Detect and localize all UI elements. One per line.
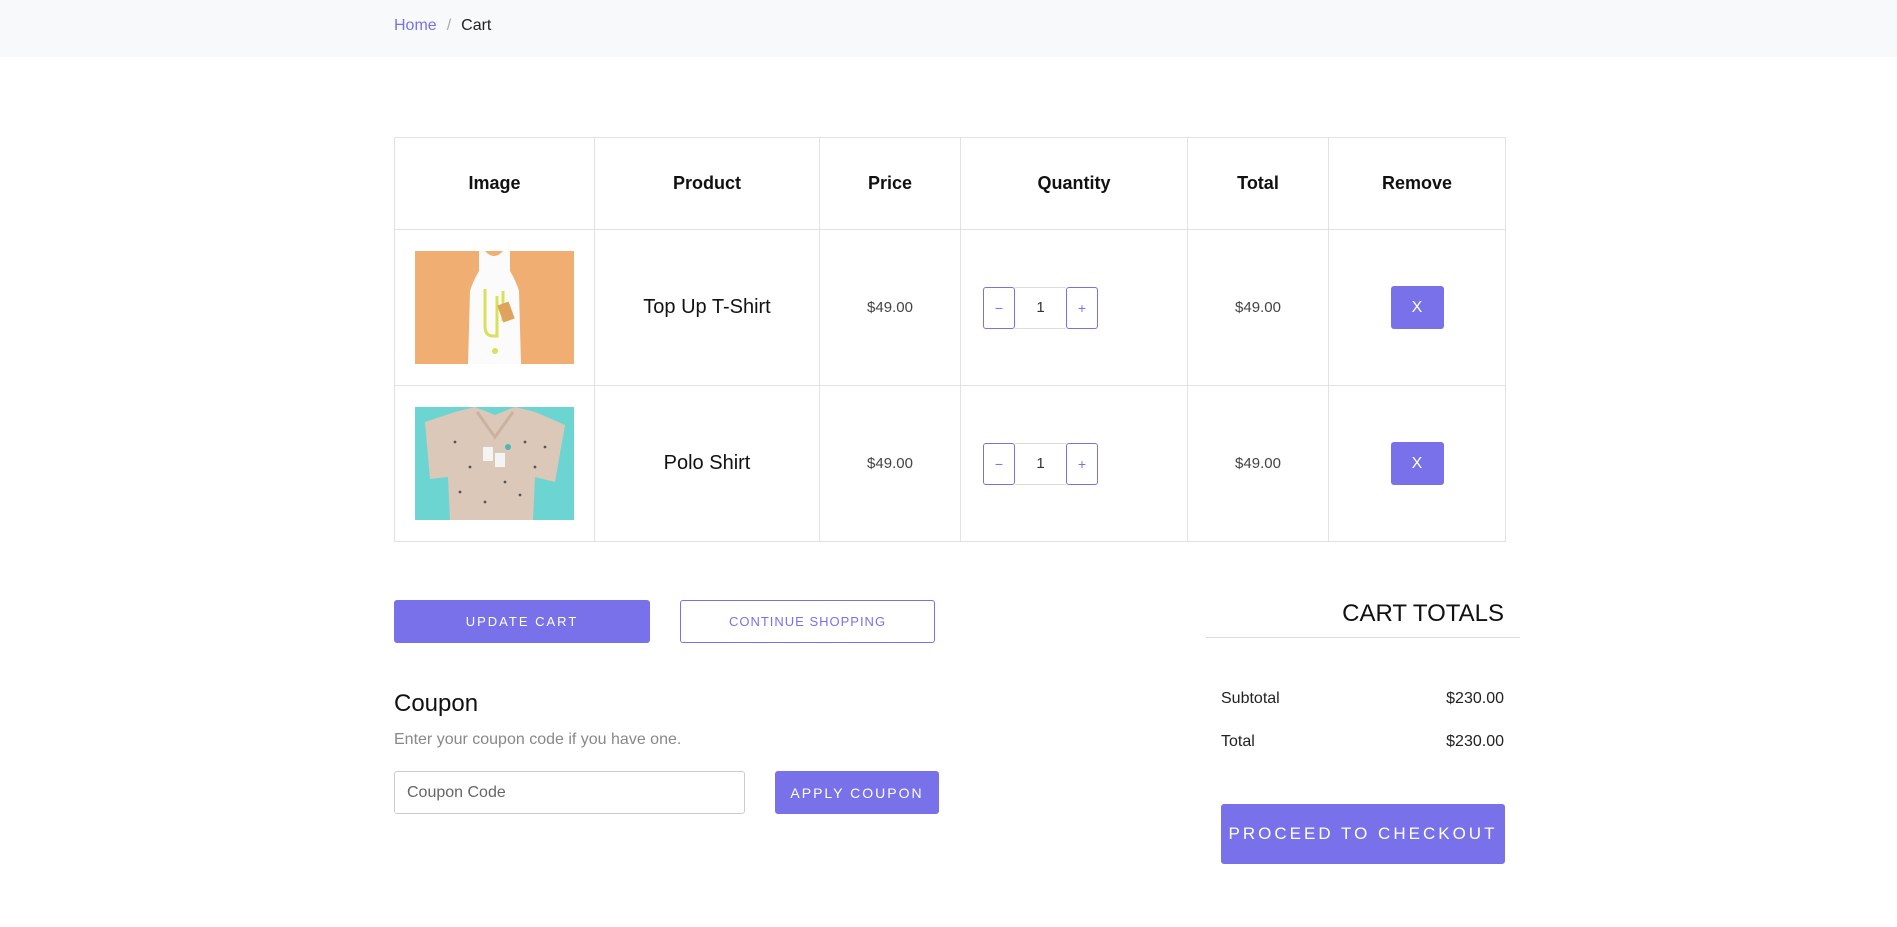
header-price: Price [819,137,961,230]
quantity-input[interactable] [1015,286,1066,329]
product-image-cell [394,229,595,386]
breadcrumb-current: Cart [461,17,492,34]
subtotal-value: $230.00 [1446,690,1504,707]
header-remove: Remove [1328,137,1506,230]
polo-shirt-product-image [415,407,574,520]
breadcrumb-separator: / [446,17,452,34]
coupon-title: Coupon [394,690,479,717]
product-price: $49.00 [867,298,913,316]
cart-totals-title: CART TOTALS [1342,600,1504,627]
subtotal-label: Subtotal [1221,690,1280,707]
coupon-description: Enter your coupon code if you have one. [394,731,682,748]
table-row: Top Up T-Shirt $49.00 − + $49.00 X [394,229,1506,386]
product-total: $49.00 [1235,454,1281,472]
quantity-decrease-button[interactable]: − [983,442,1015,485]
product-image-cell [394,385,595,542]
quantity-increase-button[interactable]: + [1066,286,1098,329]
quantity-decrease-button[interactable]: − [983,286,1015,329]
header-total: Total [1187,137,1329,230]
total-value: $230.00 [1446,733,1504,750]
header-image: Image [394,137,595,230]
quantity-stepper: − + [983,442,1186,485]
product-name[interactable]: Top Up T-Shirt [643,296,770,318]
quantity-increase-button[interactable]: + [1066,442,1098,485]
header-quantity: Quantity [960,137,1188,230]
header-product: Product [594,137,820,230]
tank-top-product-image [415,251,574,364]
table-row: Polo Shirt $49.00 − + $49.00 X [394,385,1506,542]
apply-coupon-button[interactable]: APPLY COUPON [775,771,939,814]
breadcrumb-bar: Home / Cart [0,0,1897,57]
total-label: Total [1221,733,1255,750]
coupon-code-input[interactable] [394,771,745,814]
remove-item-button[interactable]: X [1390,442,1444,485]
quantity-input[interactable] [1015,442,1066,485]
cart-table: Image Product Price Quantity Total Remov… [394,137,1506,542]
table-header-row: Image Product Price Quantity Total Remov… [394,137,1506,230]
breadcrumb: Home / Cart [394,17,491,35]
product-total: $49.00 [1235,298,1281,316]
breadcrumb-home-link[interactable]: Home [394,17,437,34]
product-name[interactable]: Polo Shirt [664,452,751,474]
update-cart-button[interactable]: UPDATE CART [394,600,650,643]
continue-shopping-button[interactable]: CONTINUE SHOPPING [680,600,935,643]
quantity-stepper: − + [983,286,1186,329]
cart-totals-divider [1206,637,1520,638]
product-price: $49.00 [867,454,913,472]
proceed-to-checkout-button[interactable]: PROCEED TO CHECKOUT [1221,804,1505,864]
remove-item-button[interactable]: X [1390,286,1444,329]
